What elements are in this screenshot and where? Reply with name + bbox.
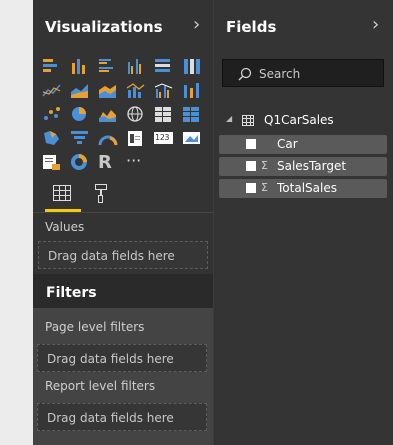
- clustered-column-icon[interactable]: [126, 58, 146, 75]
- multirow-card-icon[interactable]: 123: [154, 130, 174, 147]
- 100pct-column-icon[interactable]: [182, 58, 202, 75]
- filters-title: Filters: [46, 285, 97, 301]
- left-edge: [0, 0, 33, 445]
- waterfall-icon[interactable]: [42, 106, 62, 123]
- table-icon: [242, 115, 254, 126]
- stacked-column-icon[interactable]: [70, 58, 90, 75]
- line-column-icon[interactable]: [126, 82, 146, 99]
- r-visual-icon[interactable]: R: [98, 154, 118, 172]
- fields-title: Fields: [226, 18, 277, 36]
- pie-icon[interactable]: [70, 106, 90, 123]
- sigma-icon: Σ: [261, 181, 268, 194]
- gauge-icon[interactable]: [98, 130, 118, 147]
- donut-icon[interactable]: [70, 154, 90, 171]
- map-icon[interactable]: [126, 106, 146, 123]
- clustered-bar-icon[interactable]: [98, 58, 118, 75]
- field-item-salestarget[interactable]: Σ SalesTarget: [219, 157, 387, 176]
- table-name: Q1CarSales: [264, 113, 334, 127]
- filters-body: Page level filters Drag data fields here…: [33, 308, 213, 445]
- field-checkbox[interactable]: [246, 183, 256, 193]
- funnel-icon[interactable]: [70, 130, 90, 147]
- active-tab-indicator: [45, 209, 81, 212]
- app-frame: Visualizations › 123 R ··· Values Drag d…: [0, 0, 393, 445]
- fields-pane: Fields › Search ◢ Q1CarSales Car Σ Sales…: [214, 0, 393, 445]
- kpi-icon[interactable]: [182, 130, 202, 147]
- field-item-totalsales[interactable]: Σ TotalSales: [219, 179, 387, 198]
- 100pct-bar-icon[interactable]: [154, 58, 174, 75]
- field-label: SalesTarget: [277, 159, 347, 173]
- fields-collapse-chevron-icon[interactable]: ›: [372, 14, 379, 35]
- scatter-icon[interactable]: [98, 106, 118, 123]
- field-label: Car: [277, 137, 298, 151]
- slicer-icon[interactable]: [42, 154, 62, 171]
- fields-tab-icon[interactable]: [53, 185, 71, 201]
- ribbon-icon[interactable]: [182, 82, 202, 99]
- page-filters-label: Page level filters: [45, 320, 145, 334]
- values-label: Values: [45, 220, 85, 234]
- viz-tabs: [33, 176, 213, 213]
- stacked-bar-icon[interactable]: [42, 58, 62, 75]
- more-icon[interactable]: ···: [126, 153, 146, 171]
- filled-map-icon[interactable]: [42, 130, 62, 147]
- area-icon[interactable]: [70, 82, 90, 99]
- visualizations-title: Visualizations: [45, 18, 163, 36]
- page-filters-dropzone[interactable]: Drag data fields here: [37, 344, 207, 372]
- search-icon: [238, 66, 252, 81]
- sigma-icon: Σ: [261, 159, 268, 172]
- treemap-icon[interactable]: [154, 106, 174, 123]
- expand-triangle-icon[interactable]: ◢: [226, 114, 232, 123]
- field-checkbox[interactable]: [246, 139, 256, 149]
- field-label: TotalSales: [277, 181, 337, 195]
- report-filters-label: Report level filters: [45, 379, 156, 393]
- values-dropzone[interactable]: Drag data fields here: [38, 241, 208, 269]
- format-paint-roller-icon[interactable]: [95, 184, 109, 204]
- field-checkbox[interactable]: [246, 161, 256, 171]
- stacked-area-icon[interactable]: [98, 82, 118, 99]
- field-item-car[interactable]: Car: [219, 135, 387, 154]
- card-icon[interactable]: [126, 130, 146, 147]
- report-filters-dropzone[interactable]: Drag data fields here: [37, 403, 207, 431]
- visualizations-pane: Visualizations › 123 R ··· Values Drag d…: [33, 0, 213, 445]
- line-icon[interactable]: [42, 82, 62, 99]
- matrix-icon[interactable]: [182, 106, 202, 123]
- search-placeholder: Search: [259, 67, 301, 81]
- filters-header: Filters: [33, 274, 213, 308]
- viz-collapse-chevron-icon[interactable]: ›: [193, 14, 200, 35]
- line-clustered-icon[interactable]: [154, 82, 174, 99]
